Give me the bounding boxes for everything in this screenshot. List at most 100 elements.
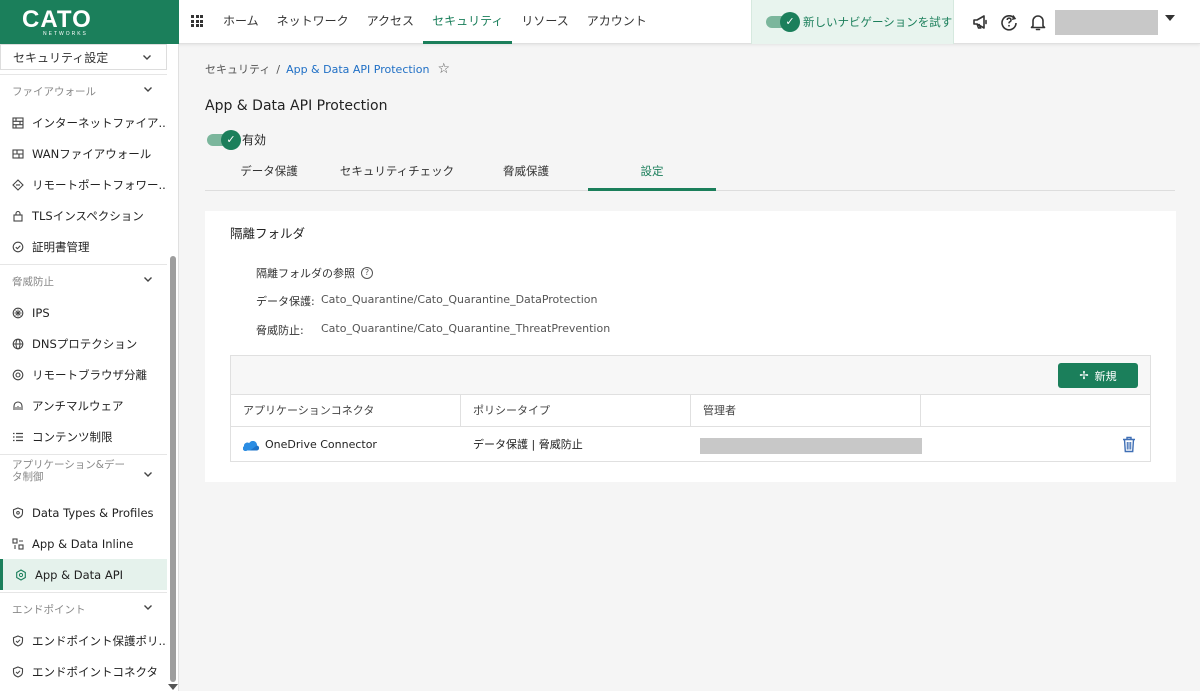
nav-network[interactable]: ネットワーク (268, 0, 358, 44)
wan-firewall-icon (12, 148, 24, 160)
sidebar-item-label: インターネットファイア... (32, 115, 167, 130)
data-protection-path: Cato_Quarantine/Cato_Quarantine_DataProt… (321, 293, 598, 306)
sidebar-item-label: WANファイアウォール (32, 146, 152, 161)
browser-isolation-icon (12, 369, 24, 381)
check-icon: ✓ (221, 130, 241, 150)
nav-account[interactable]: アカウント (578, 0, 656, 44)
new-navigation-label: 新しいナビゲーションを試す (803, 15, 953, 29)
sidebar-item-label: リモートブラウザ分離 (32, 367, 147, 382)
connector-cell: OneDrive Connector (231, 428, 461, 461)
help-icon[interactable] (999, 12, 1019, 32)
plus-sparkle-icon: ✢ (1079, 369, 1089, 382)
sidebar-item-label: TLSインスペクション (32, 208, 144, 223)
quarantine-threat-row: 脅威防止: Cato_Quarantine/Cato_Quarantine_Th… (256, 322, 610, 338)
sidebar-item-tls-inspection[interactable]: TLSインスペクション (0, 200, 167, 231)
apps-grid-icon[interactable] (191, 15, 203, 27)
sidebar-scrollbar[interactable] (170, 256, 176, 682)
tab-data-protection[interactable]: データ保護 (223, 153, 315, 191)
logo-subtext: NETWORKS (43, 31, 88, 37)
quarantine-title: 隔離フォルダ (230, 226, 306, 241)
list-icon (12, 431, 24, 443)
check-icon: ✓ (780, 12, 800, 32)
shield-icon (12, 506, 24, 519)
megaphone-icon[interactable] (971, 12, 991, 32)
trash-icon[interactable] (1122, 436, 1136, 456)
data-protection-label: データ保護: (256, 295, 315, 308)
section-firewall-label: ファイアウォール (12, 86, 96, 98)
chevron-down-icon[interactable] (1165, 15, 1175, 21)
nav-home[interactable]: ホーム (214, 0, 268, 44)
table-row[interactable]: OneDrive Connector データ保護 | 脅威防止 (231, 428, 1150, 461)
section-threat-label: 脅威防止 (12, 276, 54, 288)
section-app-data-control[interactable]: アプリケーション&データ制御 (0, 454, 167, 500)
sidebar-item-anti-malware[interactable]: アンチマルウェア (0, 390, 167, 421)
star-icon[interactable]: ☆ (437, 61, 450, 77)
section-firewall[interactable]: ファイアウォール (0, 74, 167, 104)
port-forward-icon (12, 178, 24, 191)
sidebar-item-data-types-profiles[interactable]: Data Types & Profiles (0, 497, 167, 528)
lock-icon (12, 210, 24, 222)
nav-resources[interactable]: リソース (512, 0, 577, 44)
new-navigation-toggle[interactable]: ✓ (766, 12, 800, 32)
nav-access[interactable]: アクセス (358, 0, 423, 44)
quarantine-reference-label: 隔離フォルダの参照 (256, 267, 355, 280)
sidebar-item-remote-port-forwarding[interactable]: リモートポートフォワー... (0, 169, 167, 200)
sidebar-item-remote-browser-isolation[interactable]: リモートブラウザ分離 (0, 359, 167, 390)
section-threat-prevention[interactable]: 脅威防止 (0, 264, 167, 294)
sidebar-item-endpoint-protection[interactable]: エンドポイント保護ポリ... (0, 625, 167, 656)
sidebar-item-wan-firewall[interactable]: WANファイアウォール (0, 138, 167, 169)
scroll-down-arrow-icon[interactable] (168, 684, 178, 690)
sidebar-item-app-data-inline[interactable]: App & Data Inline (0, 528, 167, 559)
enable-toggle[interactable]: ✓ (207, 130, 241, 150)
security-settings-select[interactable]: セキュリティ設定 (0, 44, 167, 70)
sidebar-item-label: エンドポイント保護ポリ... (32, 633, 167, 648)
sidebar-item-endpoint-connector[interactable]: エンドポイントコネクタ (0, 656, 167, 687)
inline-icon (12, 537, 24, 550)
tab-threat-protection[interactable]: 脅威保護 (481, 153, 571, 191)
globe-icon (12, 338, 24, 350)
logo-text: CATO (22, 6, 92, 33)
help-icon[interactable]: ? (361, 267, 373, 279)
connector-table: ✢ 新規 アプリケーションコネクタ ポリシータイプ 管理者 OneDrive C… (230, 355, 1151, 462)
bell-icon[interactable] (1028, 12, 1048, 32)
breadcrumb: セキュリティ / App & Data API Protection ☆ (205, 61, 450, 77)
tab-settings[interactable]: 設定 (588, 153, 716, 191)
sidebar-item-label: Data Types & Profiles (32, 505, 154, 520)
security-settings-label: セキュリティ設定 (13, 51, 109, 65)
table-toolbar: ✢ 新規 (231, 356, 1150, 395)
api-shield-icon (15, 568, 27, 581)
column-header-admin[interactable]: 管理者 (691, 395, 921, 427)
table-header: アプリケーションコネクタ ポリシータイプ 管理者 (231, 395, 1150, 427)
sidebar-item-ips[interactable]: IPS (0, 297, 167, 328)
chevron-down-icon (143, 84, 153, 97)
user-menu[interactable] (1055, 10, 1158, 35)
sidebar-item-content-restriction[interactable]: コンテンツ制限 (0, 421, 167, 452)
sidebar-item-label: App & Data API (35, 567, 124, 582)
tab-security-check[interactable]: セキュリティチェック (335, 153, 459, 191)
quarantine-reference: 隔離フォルダの参照 ? (256, 265, 373, 281)
column-header-policy-type[interactable]: ポリシータイプ (461, 395, 691, 427)
sidebar-item-internet-firewall[interactable]: インターネットファイア... (0, 107, 167, 138)
connector-name: OneDrive Connector (265, 438, 377, 451)
sidebar-item-label: リモートポートフォワー... (32, 177, 167, 192)
sidebar-item-app-data-api[interactable]: App & Data API (0, 559, 167, 590)
section-endpoint[interactable]: エンドポイント (0, 592, 167, 622)
logo[interactable]: CATO NETWORKS (0, 0, 179, 44)
quarantine-data-protection-row: データ保護: Cato_Quarantine/Cato_Quarantine_D… (256, 293, 597, 309)
column-header-connector[interactable]: アプリケーションコネクタ (231, 395, 461, 427)
tab-bar: データ保護 セキュリティチェック 脅威保護 設定 (205, 153, 1175, 191)
sidebar-item-dns-protection[interactable]: DNSプロテクション (0, 328, 167, 359)
new-button-label: 新規 (1094, 369, 1117, 383)
nav-security[interactable]: セキュリティ (423, 0, 513, 44)
section-app-data-label: アプリケーション&データ制御 (12, 459, 125, 483)
sidebar-item-certificate-management[interactable]: 証明書管理 (0, 231, 167, 262)
breadcrumb-security[interactable]: セキュリティ (205, 61, 270, 77)
sidebar-item-label: アンチマルウェア (32, 398, 124, 413)
new-button[interactable]: ✢ 新規 (1058, 363, 1138, 388)
threat-prevention-path: Cato_Quarantine/Cato_Quarantine_ThreatPr… (321, 322, 611, 335)
chevron-down-icon (143, 469, 153, 482)
breadcrumb-current[interactable]: App & Data API Protection (286, 63, 429, 76)
chevron-down-icon (143, 602, 153, 615)
new-navigation-banner: ✓ 新しいナビゲーションを試す (751, 0, 954, 44)
sidebar-item-label: エンドポイントコネクタ (32, 664, 159, 679)
